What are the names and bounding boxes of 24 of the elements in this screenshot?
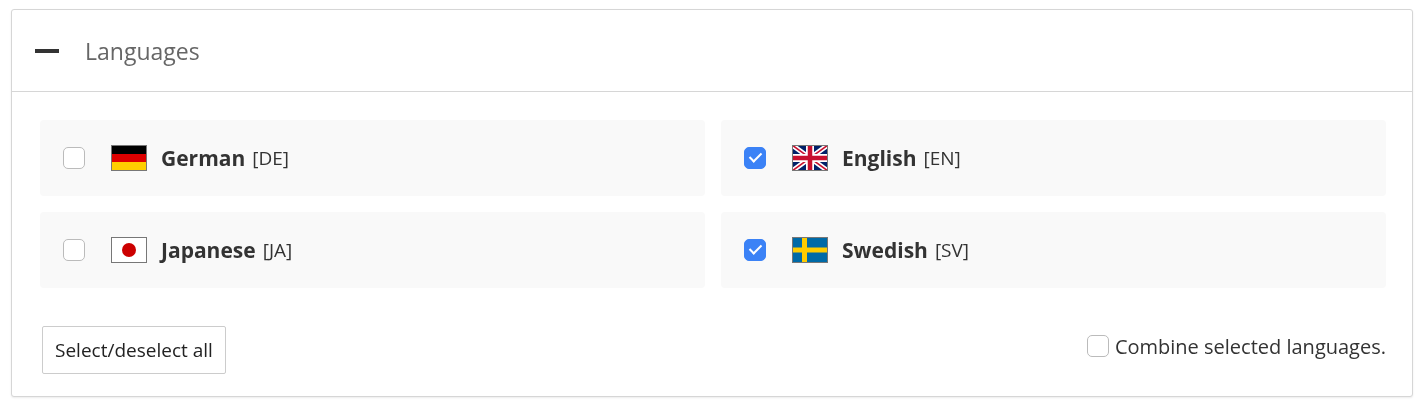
language-option[interactable]: German [DE] — [40, 120, 705, 196]
language-name: German — [161, 144, 246, 172]
flag-icon — [111, 145, 147, 171]
language-name: Swedish — [842, 236, 928, 264]
panel-title: Languages — [85, 34, 200, 67]
language-option[interactable]: Japanese [JA] — [40, 212, 705, 288]
checkbox[interactable] — [1086, 335, 1109, 357]
language-name: English — [842, 144, 917, 172]
checkbox[interactable] — [63, 239, 85, 261]
language-name: Japanese — [161, 236, 256, 264]
checkbox[interactable] — [744, 147, 766, 169]
select-all-button[interactable]: Select/deselect all — [42, 326, 226, 374]
language-code: [DE] — [252, 145, 290, 171]
language-code: [EN] — [923, 145, 961, 171]
checkbox[interactable] — [63, 147, 85, 169]
flag-icon — [792, 145, 828, 171]
language-option[interactable]: Swedish [SV] — [721, 212, 1386, 288]
checkbox-label: Combine selected languages. — [1114, 332, 1386, 360]
checkbox[interactable] — [744, 239, 766, 261]
flag-icon — [111, 237, 147, 263]
language-code: [SV] — [934, 237, 970, 263]
language-code: [JA] — [262, 237, 293, 263]
flag-icon — [792, 237, 828, 263]
language-option[interactable]: English [EN] — [721, 120, 1386, 196]
